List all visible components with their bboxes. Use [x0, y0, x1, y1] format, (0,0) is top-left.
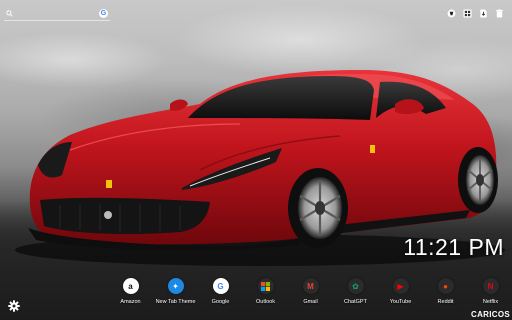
shortcut-label: Google — [211, 299, 230, 305]
search-bar[interactable]: G — [4, 7, 110, 21]
gmail-icon: M — [302, 278, 319, 294]
ferrari-wallpaper — [15, 70, 505, 266]
google-icon: G — [212, 278, 229, 294]
shortcut-label: YouTube — [389, 299, 412, 305]
brand-label: CARICOS — [471, 310, 510, 319]
shortcut-label: Reddit — [437, 299, 454, 305]
shortcut-label: Amazon — [120, 299, 141, 305]
youtube-icon: ▶ — [392, 278, 409, 294]
shortcut-gmail[interactable]: M Gmail — [288, 278, 333, 305]
shortcut-amazon[interactable]: a Amazon — [108, 278, 153, 305]
shortcut-outlook[interactable]: Outlook — [243, 278, 288, 305]
google-icon[interactable]: G — [99, 9, 108, 18]
shortcut-youtube[interactable]: ▶ YouTube — [378, 278, 423, 305]
gallery-icon[interactable] — [462, 8, 472, 18]
outlook-icon — [257, 278, 274, 294]
search-input[interactable] — [16, 7, 100, 21]
shortcut-chatgpt[interactable]: ✿ ChatGPT — [333, 278, 378, 305]
shortcut-label: Netflix — [482, 299, 499, 305]
trash-icon[interactable] — [494, 8, 504, 18]
amazon-icon: a — [122, 278, 139, 294]
top-toolbar — [446, 8, 504, 18]
gear-icon[interactable] — [8, 299, 20, 312]
new-tab-page: G 11:21 PM a Amazon ✦ New Tab Theme G Go… — [0, 0, 512, 320]
shortcut-reddit[interactable]: ● Reddit — [423, 278, 468, 305]
shortcut-bar: a Amazon ✦ New Tab Theme G Google Outloo… — [108, 278, 512, 305]
shortcut-new-tab-theme[interactable]: ✦ New Tab Theme — [153, 278, 198, 305]
shortcut-label: Outlook — [256, 299, 275, 305]
clock: 11:21 PM — [403, 234, 504, 260]
chatgpt-icon: ✿ — [347, 278, 364, 294]
search-icon — [6, 10, 13, 17]
reddit-icon: ● — [437, 278, 454, 294]
download-icon[interactable] — [478, 8, 488, 18]
shortcut-label: ChatGPT — [344, 299, 367, 305]
new-tab-theme-icon: ✦ — [167, 278, 184, 294]
netflix-icon: N — [482, 278, 499, 294]
shortcut-netflix[interactable]: N Netflix — [468, 278, 512, 305]
shortcut-google[interactable]: G Google — [198, 278, 243, 305]
ferrari-shield-icon[interactable] — [446, 8, 456, 18]
shortcut-label: New Tab Theme — [155, 299, 196, 305]
shortcut-label: Gmail — [303, 299, 318, 305]
